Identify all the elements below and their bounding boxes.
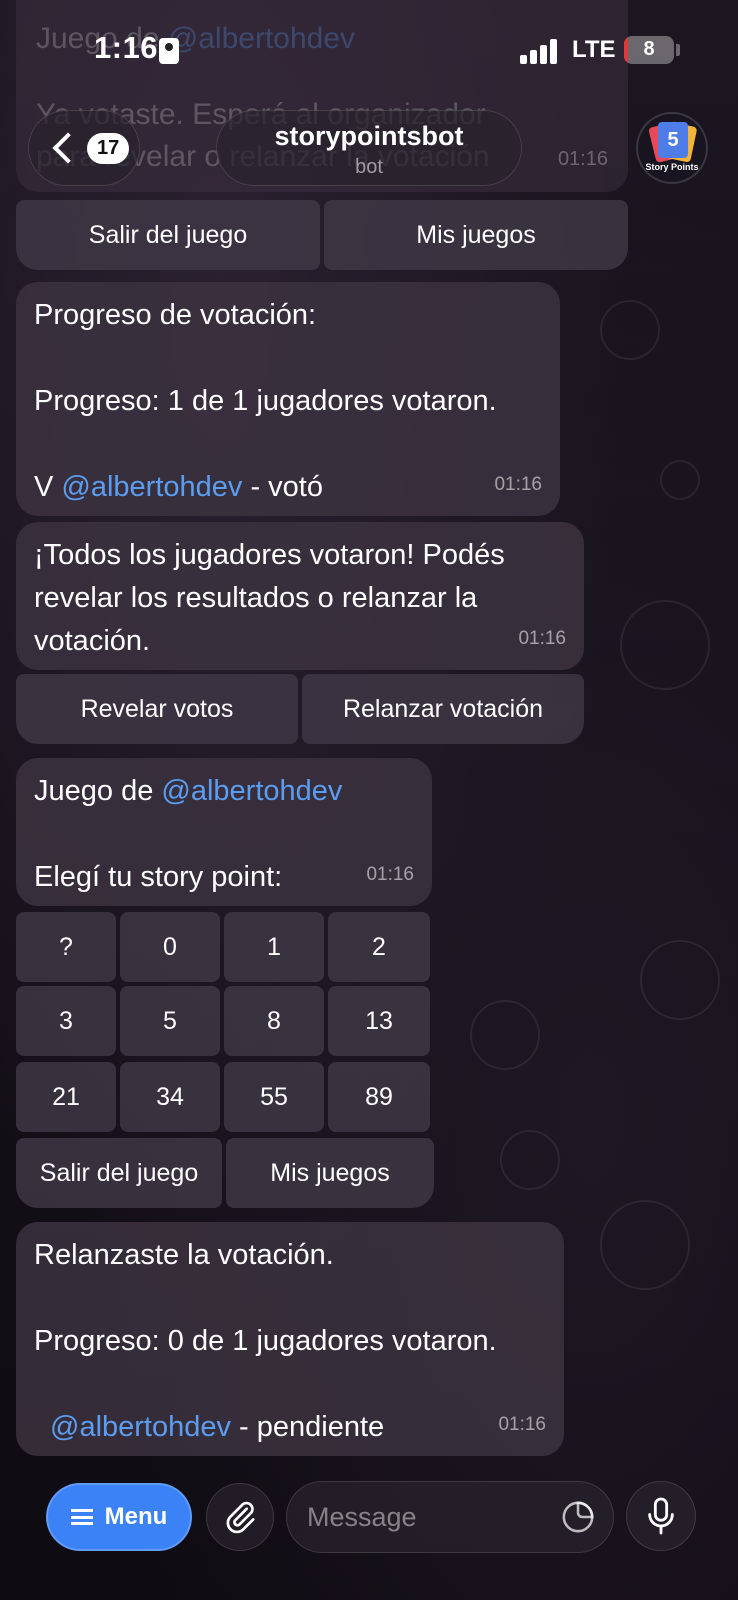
chevron-left-icon [52,132,84,164]
message-time: 01:16 [498,1414,546,1435]
battery-level: 8 [643,38,655,60]
message-input[interactable]: Message [286,1481,614,1553]
wallpaper-doodle [500,1130,560,1190]
avatar-card: 5 [658,122,688,158]
point-button-3[interactable]: 3 [16,986,116,1056]
message-time: 01:16 [366,864,414,885]
paperclip-icon [226,1501,255,1534]
clock: 1:16 [94,30,159,65]
point-button-34[interactable]: 34 [120,1062,220,1132]
point-button-2[interactable]: 2 [328,912,430,982]
user-mention[interactable]: @albertohdev [50,1411,231,1443]
message-text: votación. [34,625,151,657]
chat-name: storypointsbot [274,121,464,151]
message-time: 01:16 [518,628,566,649]
avatar-label: Story Points [645,162,699,172]
reveal-votes-button[interactable]: Revelar votos [16,674,298,744]
menu-icon [70,1509,93,1525]
message-placeholder: Message [307,1501,417,1532]
voice-record-button[interactable] [626,1481,696,1551]
back-button[interactable]: 17 [28,110,140,186]
contact-card-icon [159,38,179,64]
point-button-13[interactable]: 13 [328,986,430,1056]
message-text: - pendiente [231,1411,385,1443]
user-mention[interactable]: @albertohdev [61,471,242,503]
wallpaper-doodle [470,1000,540,1070]
my-games-button[interactable]: Mis juegos [226,1138,434,1208]
signal-icon [520,38,560,64]
sticker-icon[interactable] [561,1500,595,1534]
point-button-5[interactable]: 5 [120,986,220,1056]
message-time: 01:16 [557,148,608,170]
message-text: ¡Todos los jugadores votaron! Podés [34,539,505,571]
wallpaper-doodle [640,940,720,1020]
battery-tip [676,44,680,56]
point-button-89[interactable]: 89 [328,1062,430,1132]
progress-message: Progreso de votación: Progreso: 1 de 1 j… [16,282,560,516]
message-text: Progreso: 1 de 1 jugadores votaron. [34,385,497,417]
status-bar: 1:16 LTE 8 [0,0,738,100]
point-button-question[interactable]: ? [16,912,116,982]
unread-count-badge: 17 [87,132,130,164]
network-type: LTE [572,36,616,63]
avatar-number: 5 [667,129,679,151]
battery-icon: 8 [624,36,674,64]
microphone-icon [648,1497,674,1535]
bot-menu-button[interactable]: Menu [46,1483,192,1551]
game-message: Juego de @albertohdev Elegí tu story poi… [16,758,432,906]
message-text: revelar los resultados o relanzar la [34,582,478,614]
message-time: 01:16 [494,474,542,495]
wallpaper-doodle [660,460,700,500]
chat-subtitle: bot [355,156,383,178]
user-mention[interactable]: @albertohdev [161,775,342,807]
message-text: Juego de [34,775,162,807]
attach-button[interactable] [206,1483,274,1551]
chat-title[interactable]: storypointsbot bot [216,110,522,186]
point-button-0[interactable]: 0 [120,912,220,982]
message-text: Relanzaste la votación. [34,1239,334,1271]
wallpaper-doodle [600,300,660,360]
point-button-55[interactable]: 55 [224,1062,324,1132]
message-text: V [34,471,62,503]
relaunch-vote-button[interactable]: Relanzar votación [302,674,584,744]
leave-game-button[interactable]: Salir del juego [16,200,320,270]
point-button-8[interactable]: 8 [224,986,324,1056]
message-text: - votó [242,471,323,503]
menu-label: Menu [104,1503,168,1530]
wallpaper-doodle [620,600,710,690]
all-voted-message: ¡Todos los jugadores votaron! Podés reve… [16,522,584,670]
leave-game-button[interactable]: Salir del juego [16,1138,222,1208]
wallpaper-doodle [600,1200,690,1290]
bot-avatar[interactable]: 5 Story Points [636,112,708,184]
message-text: Elegí tu story point: [34,861,283,893]
point-button-21[interactable]: 21 [16,1062,116,1132]
message-text: Progreso de votación: [34,299,317,331]
message-text: Progreso: 0 de 1 jugadores votaron. [34,1325,497,1357]
point-button-1[interactable]: 1 [224,912,324,982]
my-games-button[interactable]: Mis juegos [324,200,628,270]
relaunch-message: Relanzaste la votación. Progreso: 0 de 1… [16,1222,564,1456]
